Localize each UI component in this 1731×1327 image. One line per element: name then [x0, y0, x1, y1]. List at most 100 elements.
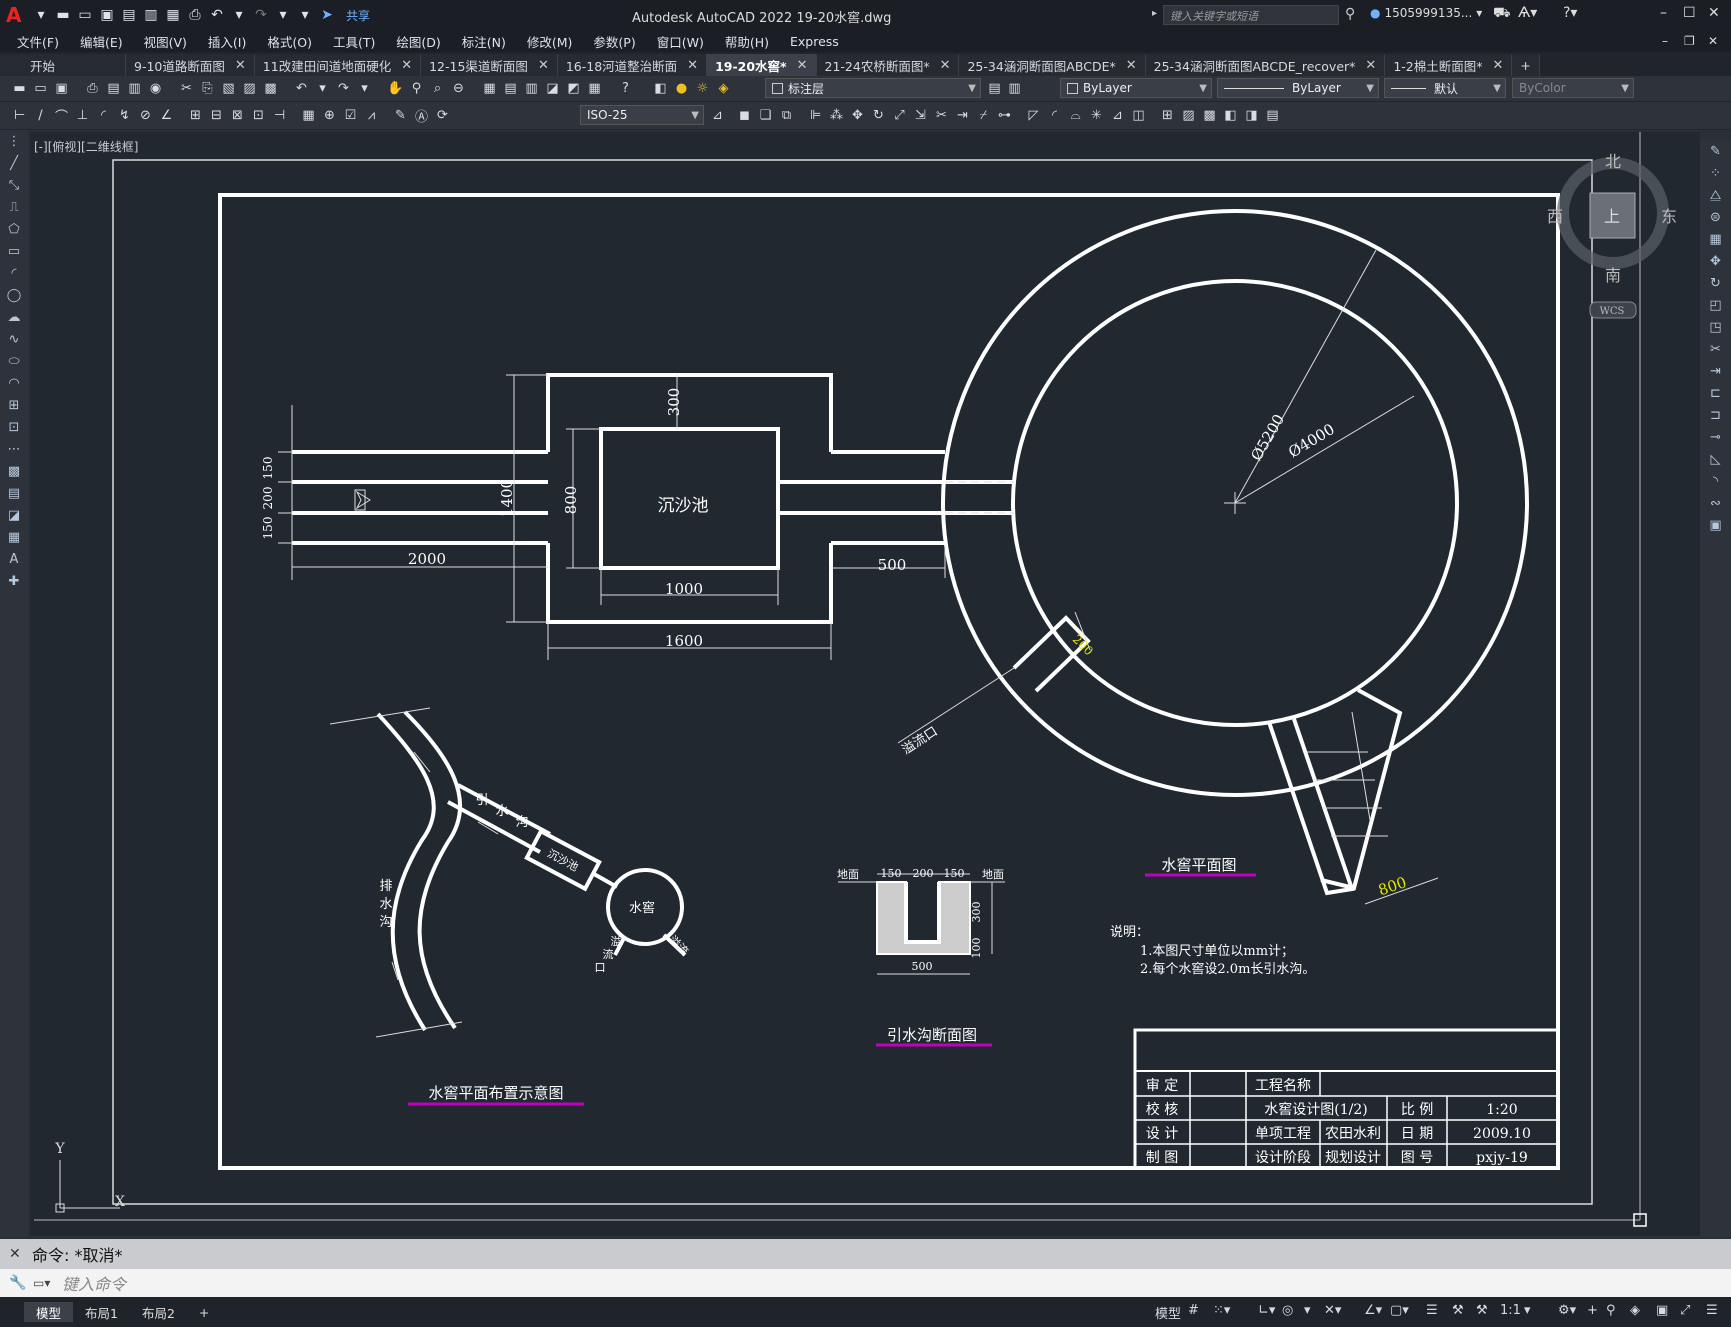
plotstyle-dropdown[interactable]: ByColor ▼ — [1512, 78, 1634, 98]
qnew-icon[interactable]: ▬ — [10, 79, 29, 98]
gradient-left-icon[interactable]: ▤ — [0, 482, 28, 504]
zoom-previous-icon[interactable]: ⊖ — [449, 79, 468, 98]
hardware-accel-icon[interactable]: ▣ — [1656, 1303, 1668, 1318]
dim-baseline-icon[interactable]: ⊟ — [207, 106, 226, 125]
dim-ordinate-icon[interactable]: ⊥ — [73, 106, 92, 125]
dim-edit-icon[interactable]: ✎ — [391, 106, 410, 125]
dim-aligned-icon[interactable]: ∕ — [31, 106, 50, 125]
save-web-icon[interactable]: ▦ — [164, 6, 182, 24]
ellipse-icon[interactable]: ⬭ — [0, 350, 28, 372]
redo-dropdown-icon[interactable]: ▾ — [274, 6, 292, 24]
lineweight-icon[interactable]: ☰ — [1426, 1303, 1438, 1318]
make-block-icon[interactable]: ⊡ — [0, 416, 28, 438]
layer-lock-icon[interactable]: ◈ — [714, 79, 733, 98]
save-icon[interactable]: ▣ — [98, 6, 116, 24]
drawing-canvas[interactable]: 沉沙池 300 800 1400 150 200 150 2000 1000 1… — [30, 132, 1700, 1236]
color-dropdown[interactable]: ByLayer ▼ — [1060, 78, 1212, 98]
region-left-icon[interactable]: ◪ — [0, 504, 28, 526]
cut-icon[interactable]: ✂ — [177, 79, 196, 98]
arc-icon[interactable]: ◜ — [0, 262, 28, 284]
palette-grip-icon[interactable]: ⋮ — [0, 130, 28, 152]
file-tab[interactable]: 12-15渠道断面图 ✕ — [421, 54, 558, 76]
sheet-set-icon[interactable]: ◪ — [543, 79, 562, 98]
menu-view[interactable]: 视图(V) — [144, 32, 187, 51]
add-layout-icon[interactable]: + — [187, 1302, 221, 1322]
offset-icon[interactable]: ⊫ — [806, 106, 825, 125]
undo-icon[interactable]: ↶ — [208, 6, 226, 24]
autodesk-a360-icon[interactable]: Ѧ▾ — [1518, 5, 1537, 21]
snap-icon[interactable]: ⁙▾ — [1213, 1303, 1230, 1318]
properties-icon[interactable]: ▦ — [480, 79, 499, 98]
viewport-controls[interactable]: [-][俯视][二维线框] — [34, 138, 138, 155]
ellipse-arc-icon[interactable]: ◠ — [0, 372, 28, 394]
dim-space-icon[interactable]: ⊡ — [249, 106, 268, 125]
close-tab-icon[interactable]: ✕ — [1126, 58, 1137, 73]
matchprop-icon[interactable]: ▨ — [240, 79, 259, 98]
hatch-icon[interactable]: ▩ — [1200, 106, 1219, 125]
model-space-button[interactable]: 模型 — [1155, 1303, 1181, 1322]
fillet-icon[interactable]: ◜ — [1045, 106, 1064, 125]
tolerance-icon[interactable]: ▦ — [299, 106, 318, 125]
dim-angular-icon[interactable]: ∠ — [157, 106, 176, 125]
revision-cloud-icon[interactable]: ☁ — [0, 306, 28, 328]
annotation-visibility-icon[interactable]: ⚒ — [1452, 1303, 1464, 1318]
join-icon[interactable]: ⊶ — [995, 106, 1014, 125]
dim-update-icon[interactable]: ⟳ — [433, 106, 452, 125]
command-line[interactable]: 🔧 ▭▾ 键入命令 — [0, 1269, 1731, 1297]
erase-right-icon[interactable]: ✎ — [1700, 140, 1731, 162]
move-right-icon[interactable]: ✥ — [1700, 250, 1731, 272]
zoom-window-icon[interactable]: ⌕ — [428, 79, 447, 98]
add-icon[interactable]: + — [1587, 1303, 1598, 1318]
layer-on-icon[interactable]: ● — [672, 79, 691, 98]
polar-icon[interactable]: ◎ — [1282, 1303, 1293, 1318]
units-icon[interactable]: ⚲ — [1606, 1303, 1616, 1318]
dim-jogged-icon[interactable]: ↯ — [115, 106, 134, 125]
lineweight-dropdown[interactable]: 默认 ▼ — [1384, 78, 1506, 98]
scale-dropdown-icon[interactable]: ▾ — [1524, 1303, 1531, 1318]
3d-print-icon[interactable]: ◉ — [146, 79, 165, 98]
plot-tb-icon[interactable]: ⎙ — [83, 79, 102, 98]
chamfer-icon[interactable]: ◸ — [1024, 106, 1043, 125]
viewcube[interactable]: 上 北 南 东 西 WCS — [1547, 152, 1677, 319]
menu-parametric[interactable]: 参数(P) — [593, 32, 635, 51]
table-insert-icon[interactable]: ▤ — [1263, 106, 1282, 125]
redo-icon[interactable]: ↷ — [252, 6, 270, 24]
isodraft-icon[interactable]: ▾ — [1304, 1303, 1311, 1318]
scale-right-icon[interactable]: ◰ — [1700, 294, 1731, 316]
menu-edit[interactable]: 编辑(E) — [80, 32, 123, 51]
file-tab[interactable]: 1-2棉土断面图* ✕ — [1385, 54, 1513, 76]
app-menu-chevron-icon[interactable]: ▾ — [32, 6, 50, 24]
undo-dropdown-icon[interactable]: ▾ — [230, 6, 248, 24]
dimstyle-manager-icon[interactable]: ⊿ — [708, 106, 727, 125]
break-point-icon[interactable]: ⊏ — [1700, 382, 1731, 404]
erase-icon[interactable]: ◼ — [735, 106, 754, 125]
close-tab-icon[interactable]: ✕ — [940, 58, 951, 73]
isolate-icon[interactable]: ◈ — [1630, 1303, 1640, 1318]
offset-right-icon[interactable]: ⊜ — [1700, 206, 1731, 228]
model-tab[interactable]: 模型 — [24, 1302, 74, 1322]
spline-icon[interactable]: ∿ — [0, 328, 28, 350]
close-window-icon[interactable]: ✕ — [1708, 5, 1720, 21]
jogged-linear-icon[interactable]: ⩘ — [362, 106, 381, 125]
extend-icon[interactable]: ⇥ — [953, 106, 972, 125]
construction-line-icon[interactable]: ⤡ — [0, 174, 28, 196]
mirror-right-icon[interactable]: ⧋ — [1700, 184, 1731, 206]
mirror-icon[interactable]: ⧉ — [777, 106, 796, 125]
menu-file[interactable]: 文件(F) — [17, 32, 59, 51]
zoom-realtime-icon[interactable]: ⚲ — [407, 79, 426, 98]
array-icon[interactable]: ⁂ — [827, 106, 846, 125]
redo-tb-icon[interactable]: ↷ — [334, 79, 353, 98]
move-icon[interactable]: ✥ — [848, 106, 867, 125]
menu-format[interactable]: 格式(O) — [267, 32, 312, 51]
file-tab[interactable]: 开始 — [0, 54, 127, 76]
array-right-icon[interactable]: ▦ — [1700, 228, 1731, 250]
clean-screen-icon[interactable]: ⤢ — [1680, 1303, 1690, 1318]
copy-right-icon[interactable]: ⁘ — [1700, 162, 1731, 184]
file-tab[interactable]: 21-24农桥断面图* ✕ — [816, 54, 960, 76]
rotate-right-icon[interactable]: ↻ — [1700, 272, 1731, 294]
doc-minimize-icon[interactable]: – — [1662, 34, 1668, 48]
grid-icon[interactable]: # — [1188, 1303, 1199, 1318]
menu-draw[interactable]: 绘图(D) — [396, 32, 440, 51]
menu-window[interactable]: 窗口(W) — [657, 32, 704, 51]
layout2-tab[interactable]: 布局2 — [130, 1302, 187, 1322]
